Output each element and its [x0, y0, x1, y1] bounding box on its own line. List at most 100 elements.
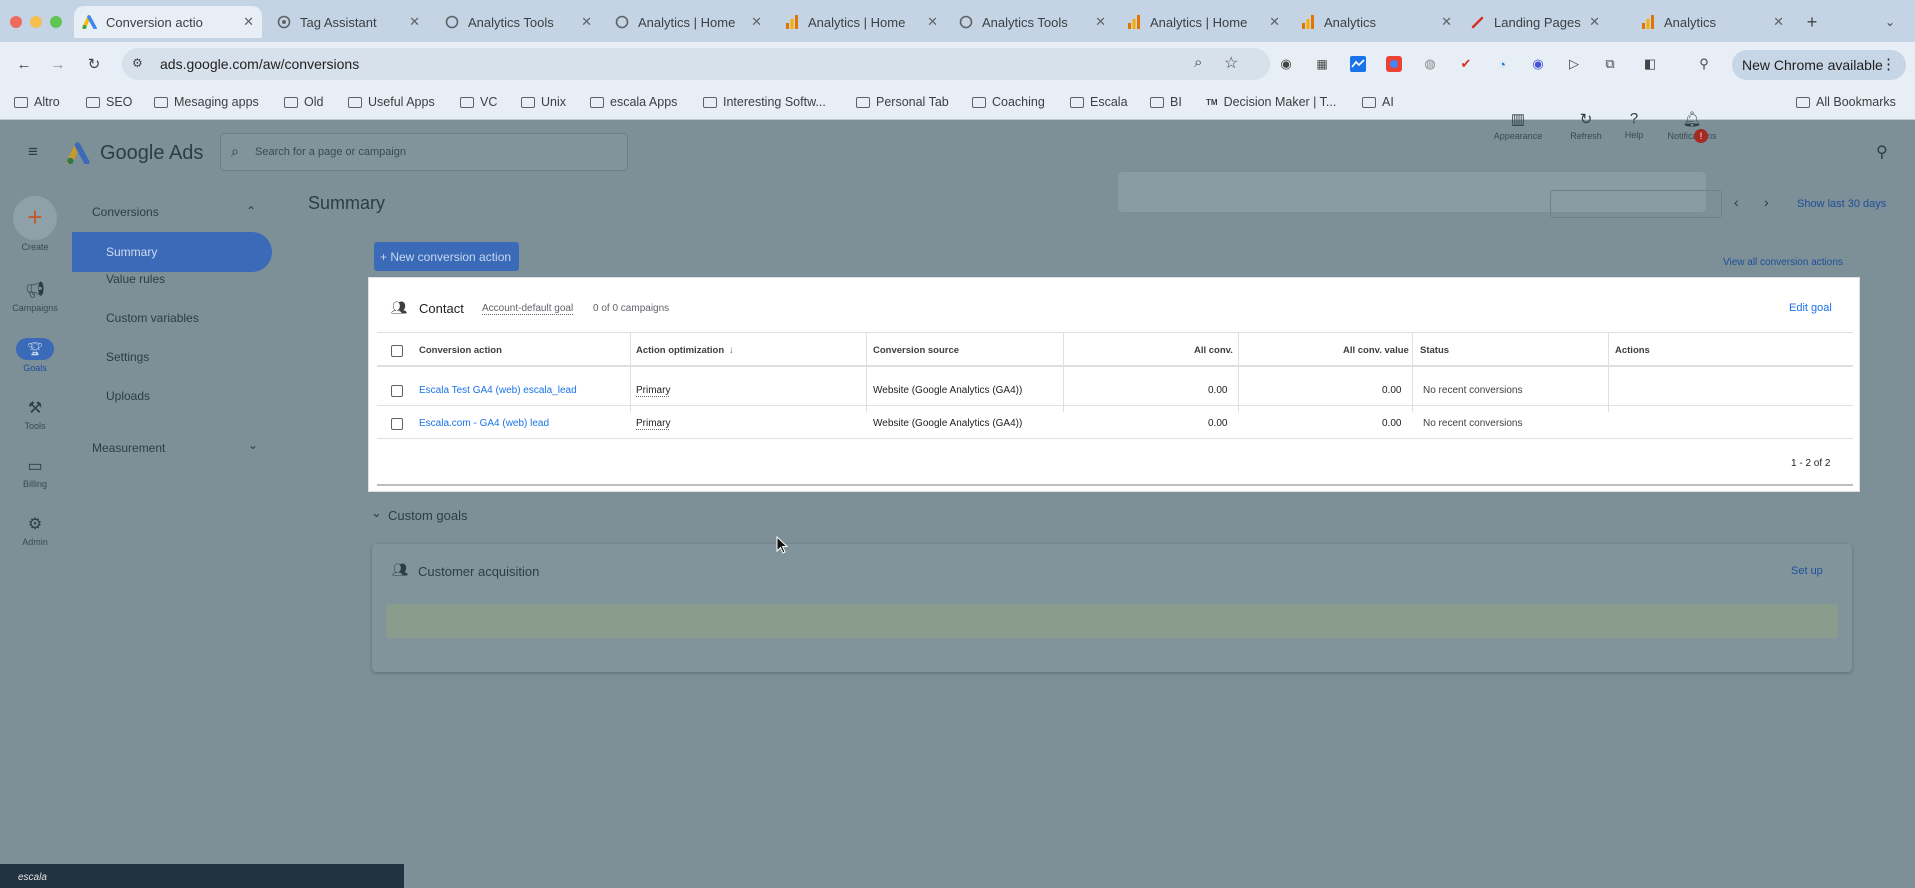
custom-goals-heading[interactable]: Custom goals: [388, 508, 467, 523]
close-tab-icon[interactable]: ✕: [409, 14, 420, 30]
close-tab-icon[interactable]: ✕: [1773, 14, 1784, 30]
extension-icon[interactable]: [1348, 54, 1368, 74]
all-bookmarks-button[interactable]: All Bookmarks: [1796, 95, 1896, 109]
column-header-conversion-source[interactable]: Conversion source: [873, 345, 959, 356]
profile-icon[interactable]: ⚲: [1694, 54, 1714, 74]
close-tab-icon[interactable]: ✕: [1269, 14, 1280, 30]
chevron-right-icon[interactable]: ›: [1764, 194, 1769, 210]
browser-tab[interactable]: Landing Pages ✕: [1462, 6, 1608, 38]
column-header-all-conv[interactable]: All conv.: [1194, 345, 1233, 356]
extension-icon[interactable]: ◉: [1528, 54, 1548, 74]
chevron-up-icon[interactable]: ⌃: [246, 204, 256, 218]
edit-goal-link[interactable]: Edit goal: [1789, 302, 1832, 314]
action-optimization[interactable]: Primary: [636, 418, 670, 429]
side-panel-icon[interactable]: ◧: [1640, 54, 1660, 74]
close-tab-icon[interactable]: ✕: [1095, 14, 1106, 30]
new-tab-icon[interactable]: +: [1802, 12, 1822, 32]
browser-tab[interactable]: Analytics ✕: [1292, 6, 1460, 38]
bookmark-folder[interactable]: Altro: [14, 95, 60, 109]
browser-tab[interactable]: Analytics Tools ✕: [950, 6, 1114, 38]
close-tab-icon[interactable]: ✕: [1441, 14, 1452, 30]
chevron-down-icon[interactable]: ⌄: [248, 438, 258, 452]
address-bar[interactable]: ⚙ ads.google.com/aw/conversions ⌕ ☆: [122, 48, 1270, 80]
bookmark-folder[interactable]: Mesaging apps: [154, 95, 259, 109]
close-tab-icon[interactable]: ✕: [927, 14, 938, 30]
notifications-button[interactable]: 🔔︎ Notifications: [1662, 110, 1722, 141]
bookmark-folder[interactable]: AI: [1362, 95, 1394, 109]
bookmark-folder[interactable]: Useful Apps: [348, 95, 435, 109]
chevron-down-icon[interactable]: ⌄: [371, 505, 382, 521]
search-input[interactable]: ⌕ Search for a page or campaign: [220, 133, 628, 171]
bookmark-link[interactable]: TM Decision Maker | T...: [1206, 95, 1336, 109]
close-tab-icon[interactable]: ✕: [243, 14, 254, 30]
action-optimization[interactable]: Primary: [636, 385, 670, 396]
rail-campaigns[interactable]: 📢︎ Campaigns: [12, 280, 58, 313]
subnav-item-settings[interactable]: Settings: [106, 350, 149, 364]
extension-icon[interactable]: ✔: [1456, 54, 1476, 74]
forward-icon[interactable]: →: [48, 54, 68, 74]
hamburger-menu-icon[interactable]: ≡: [28, 142, 38, 162]
more-menu-icon[interactable]: ⋮: [1881, 55, 1896, 73]
back-icon[interactable]: ←: [14, 54, 34, 74]
account-icon[interactable]: ⚲: [1876, 142, 1888, 162]
extension-icon[interactable]: ◍: [1420, 54, 1440, 74]
maximize-window-button[interactable]: [50, 16, 62, 28]
browser-tab[interactable]: Analytics | Home ✕: [606, 6, 770, 38]
close-tab-icon[interactable]: ✕: [581, 14, 592, 30]
bookmark-folder[interactable]: Old: [284, 95, 323, 109]
bookmark-folder[interactable]: BI: [1150, 95, 1182, 109]
extension-icon[interactable]: ◔: [1492, 54, 1512, 74]
new-conversion-action-button[interactable]: + New conversion action: [374, 242, 519, 271]
close-tab-icon[interactable]: ✕: [751, 14, 762, 30]
row-checkbox[interactable]: [391, 385, 403, 397]
bookmark-folder[interactable]: Coaching: [972, 95, 1045, 109]
browser-tab[interactable]: Analytics | Home ✕: [776, 6, 946, 38]
bookmark-folder[interactable]: Interesting Softw...: [703, 95, 826, 109]
column-header-action-optimization[interactable]: Action optimization: [636, 345, 724, 356]
zoom-icon[interactable]: ⌕: [1194, 54, 1202, 71]
subnav-item-value-rules[interactable]: Value rules: [106, 272, 165, 286]
conversion-action-link[interactable]: Escala Test GA4 (web) escala_lead: [419, 385, 577, 396]
new-chrome-available-button[interactable]: New Chrome available ⋮: [1732, 50, 1906, 80]
extension-icon[interactable]: ▦: [1312, 54, 1332, 74]
bookmark-star-icon[interactable]: ☆: [1224, 53, 1238, 73]
subnav-section-conversions[interactable]: Conversions: [92, 205, 159, 219]
bookmark-folder[interactable]: Personal Tab: [856, 95, 949, 109]
browser-tab[interactable]: Analytics | Home ✕: [1118, 6, 1288, 38]
subnav-item-uploads[interactable]: Uploads: [106, 389, 150, 403]
appearance-button[interactable]: ▥ Appearance: [1488, 110, 1548, 141]
column-header-all-conv-value[interactable]: All conv. value: [1343, 345, 1409, 356]
close-tab-icon[interactable]: ✕: [1589, 14, 1600, 30]
subnav-item-summary[interactable]: Summary: [72, 232, 272, 272]
subnav-item-custom-variables[interactable]: Custom variables: [106, 311, 199, 325]
bookmark-folder[interactable]: Escala: [1070, 95, 1128, 109]
show-last-30-days-link[interactable]: Show last 30 days: [1797, 198, 1886, 210]
close-window-button[interactable]: [10, 16, 22, 28]
extensions-puzzle-icon[interactable]: ⧉: [1600, 54, 1620, 74]
column-header-conversion-action[interactable]: Conversion action: [419, 345, 502, 356]
browser-tab[interactable]: Analytics ✕: [1632, 6, 1792, 38]
account-default-goal-label[interactable]: Account-default goal: [482, 303, 573, 314]
subnav-section-measurement[interactable]: Measurement: [92, 441, 165, 455]
sort-arrow-icon[interactable]: ↓: [729, 345, 734, 356]
help-button[interactable]: ? Help: [1604, 110, 1664, 140]
browser-tab[interactable]: Tag Assistant ✕: [268, 6, 428, 38]
rail-goals[interactable]: 🏆︎ Goals: [12, 338, 58, 373]
rail-billing[interactable]: ▭ Billing: [12, 456, 58, 489]
conversion-action-link[interactable]: Escala.com - GA4 (web) lead: [419, 418, 549, 429]
chevron-left-icon[interactable]: ‹: [1734, 194, 1739, 210]
bookmark-folder[interactable]: VC: [460, 95, 497, 109]
browser-tab[interactable]: Conversion actio ✕: [74, 6, 262, 38]
site-settings-icon[interactable]: ⚙: [132, 56, 143, 70]
bookmark-folder[interactable]: SEO: [86, 95, 132, 109]
rail-admin[interactable]: ⚙ Admin: [12, 514, 58, 547]
set-up-link[interactable]: Set up: [1791, 565, 1823, 577]
row-checkbox[interactable]: [391, 418, 403, 430]
select-all-checkbox[interactable]: [391, 345, 403, 357]
rail-tools[interactable]: ⚒ Tools: [12, 398, 58, 431]
bookmark-folder[interactable]: Unix: [521, 95, 566, 109]
reload-icon[interactable]: ↻: [84, 54, 104, 74]
tab-search-chevron-icon[interactable]: ⌄: [1880, 12, 1900, 32]
bookmark-folder[interactable]: escala Apps: [590, 95, 677, 109]
extension-icon[interactable]: [1384, 54, 1404, 74]
